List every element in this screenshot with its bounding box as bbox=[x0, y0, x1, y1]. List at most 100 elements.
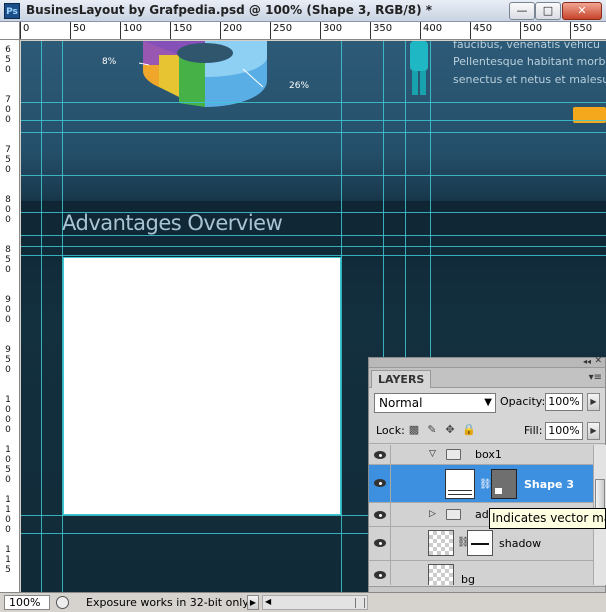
ruler-label: 1 bbox=[5, 555, 11, 565]
ruler-tick bbox=[220, 22, 221, 39]
visibility-toggle[interactable] bbox=[369, 445, 391, 464]
guide-line-horizontal[interactable] bbox=[21, 235, 606, 236]
layer-mask-thumbnail[interactable] bbox=[467, 530, 493, 556]
status-info-icon[interactable] bbox=[56, 596, 69, 609]
layer-row-bg[interactable]: bg bbox=[369, 561, 593, 585]
opacity-input[interactable]: 100% bbox=[545, 393, 583, 411]
guide-line-vertical[interactable] bbox=[41, 41, 42, 592]
ruler-label: 0 bbox=[5, 305, 11, 315]
layers-panel: ◂◂ ✕ LAYERS ▾≡ Normal ▼ Opacity: 100% ▶ … bbox=[368, 356, 606, 612]
guide-line-vertical[interactable] bbox=[62, 41, 63, 592]
ruler-tick bbox=[320, 22, 321, 39]
ruler-label: 8 bbox=[5, 245, 11, 255]
panel-menu-icon[interactable]: ▾≡ bbox=[589, 372, 602, 383]
scrollbar-thumb[interactable] bbox=[595, 479, 605, 509]
lock-transparency-icon[interactable]: ▩ bbox=[408, 424, 420, 436]
blend-mode-value: Normal bbox=[379, 396, 423, 410]
ruler-label: 0 bbox=[5, 315, 11, 325]
expand-triangle-icon[interactable]: ▽ bbox=[429, 449, 436, 459]
ruler-origin[interactable] bbox=[0, 22, 20, 40]
person-icon bbox=[410, 41, 428, 95]
side-text-line: faucibus, venenatis vehicu bbox=[453, 41, 601, 51]
pie-chart-graphic bbox=[139, 41, 267, 107]
guide-line-horizontal[interactable] bbox=[21, 102, 606, 103]
panel-collapse-strip[interactable]: ◂◂ ✕ bbox=[369, 356, 605, 368]
box1-shape[interactable] bbox=[63, 257, 341, 515]
collapse-triangle-icon[interactable]: ▷ bbox=[429, 509, 436, 519]
collapse-arrows-icon[interactable]: ◂◂ bbox=[583, 357, 591, 366]
layer-row-shadow[interactable]: ⛓ shadow bbox=[369, 527, 593, 561]
pie-label-large: 26% bbox=[289, 81, 310, 91]
ruler-label: 1 bbox=[5, 495, 11, 505]
folder-icon bbox=[446, 509, 461, 520]
lock-all-icon[interactable]: 🔒 bbox=[462, 424, 476, 436]
guide-line-horizontal[interactable] bbox=[21, 120, 606, 121]
layer-name: Shape 3 bbox=[524, 478, 574, 491]
zoom-level-input[interactable]: 100% bbox=[4, 595, 50, 610]
ruler-label: 7 bbox=[5, 145, 11, 155]
opacity-slider-button[interactable]: ▶ bbox=[587, 393, 600, 411]
pie-label-small: 8% bbox=[102, 57, 117, 67]
ruler-label: 350 bbox=[373, 23, 393, 34]
ruler-label: 9 bbox=[5, 295, 11, 305]
guide-line-horizontal[interactable] bbox=[21, 175, 606, 176]
opacity-label: Opacity: bbox=[500, 395, 546, 408]
ruler-tick bbox=[370, 22, 371, 39]
layer-name: bg bbox=[461, 573, 475, 585]
status-menu-arrow[interactable]: ▶ bbox=[247, 595, 259, 610]
panel-close-icon[interactable]: ✕ bbox=[594, 356, 602, 366]
visibility-toggle[interactable] bbox=[369, 465, 391, 502]
visibility-toggle[interactable] bbox=[369, 527, 391, 560]
ruler-label: 150 bbox=[173, 23, 193, 34]
close-button[interactable]: ✕ bbox=[562, 2, 602, 20]
ruler-label: 250 bbox=[273, 23, 293, 34]
ruler-label: 0 bbox=[5, 205, 11, 215]
guide-line-horizontal[interactable] bbox=[21, 212, 606, 213]
lock-position-icon[interactable]: ✥ bbox=[444, 424, 456, 436]
ruler-label: 50 bbox=[73, 23, 86, 34]
chevron-down-icon: ▼ bbox=[484, 397, 492, 408]
lock-fill-row: Lock: ▩ ✎ ✥ 🔒 Fill: 100% ▶ bbox=[369, 418, 605, 444]
ruler-label: 1 bbox=[5, 395, 11, 405]
guide-line-horizontal[interactable] bbox=[21, 255, 606, 256]
eye-icon bbox=[374, 479, 386, 487]
lock-image-brush-icon[interactable]: ✎ bbox=[426, 424, 438, 436]
ruler-tick bbox=[420, 22, 421, 39]
ruler-left[interactable]: 6 5 0 7 0 0 7 5 0 8 0 0 8 5 0 9 0 0 9 5 … bbox=[0, 40, 20, 592]
tab-layers[interactable]: LAYERS bbox=[371, 370, 432, 388]
ruler-label: 9 bbox=[5, 345, 11, 355]
guide-line-vertical[interactable] bbox=[341, 41, 342, 592]
guide-line-horizontal[interactable] bbox=[21, 246, 606, 247]
scroll-left-icon[interactable]: ◀ bbox=[265, 597, 271, 606]
ruler-tick bbox=[570, 22, 571, 39]
photoshop-app-icon[interactable]: Ps bbox=[4, 3, 20, 19]
layer-row-box1[interactable]: ▽ box1 bbox=[369, 445, 593, 465]
fill-input[interactable]: 100% bbox=[545, 422, 583, 440]
maximize-button[interactable]: □ bbox=[535, 2, 561, 20]
minimize-button[interactable]: — bbox=[509, 2, 535, 20]
vector-mask-tooltip: Indicates vector mask bbox=[489, 508, 606, 529]
side-text-line: Pellentesque habitant morbi bbox=[453, 55, 606, 68]
ruler-top[interactable]: 0 50 100 150 200 250 300 350 400 450 500… bbox=[20, 22, 606, 40]
ruler-label: 1 bbox=[5, 445, 11, 455]
layer-row-shape-3[interactable]: ⛓ Shape 3 bbox=[369, 465, 593, 503]
lock-label: Lock: bbox=[376, 424, 405, 437]
visibility-toggle[interactable] bbox=[369, 561, 391, 585]
ruler-label: 0 bbox=[5, 105, 11, 115]
header-band bbox=[21, 41, 606, 221]
ruler-label: 5 bbox=[5, 55, 11, 65]
ruler-tick bbox=[520, 22, 521, 39]
horizontal-scrollbar[interactable]: ◀ bbox=[262, 595, 368, 610]
vector-mask-thumbnail[interactable] bbox=[491, 469, 517, 499]
guide-line-horizontal[interactable] bbox=[21, 132, 606, 133]
eye-icon bbox=[374, 511, 386, 519]
scrollbar-grip[interactable] bbox=[355, 598, 365, 608]
fill-slider-button[interactable]: ▶ bbox=[587, 422, 600, 440]
ruler-tick bbox=[470, 22, 471, 39]
visibility-toggle[interactable] bbox=[369, 503, 391, 526]
ruler-tick bbox=[170, 22, 171, 39]
ruler-label: 450 bbox=[473, 23, 493, 34]
chain-link-icon[interactable]: ⛓ bbox=[479, 479, 492, 490]
blend-mode-select[interactable]: Normal ▼ bbox=[374, 393, 496, 413]
ruler-label: 5 bbox=[5, 355, 11, 365]
